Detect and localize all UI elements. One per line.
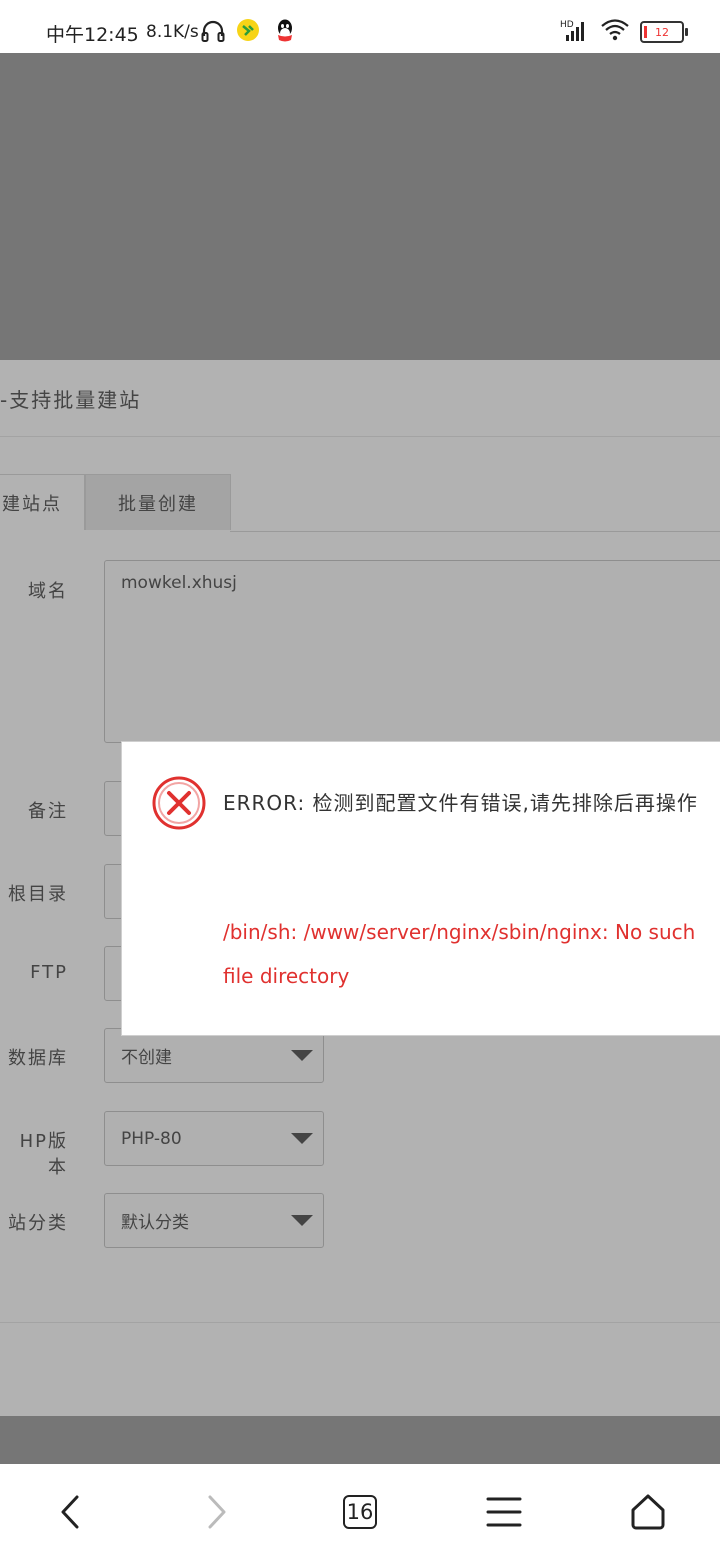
browser-navbar: 16 xyxy=(0,1464,720,1560)
wifi-icon xyxy=(600,18,630,46)
ftp-label: FTP xyxy=(30,962,68,983)
php-version-value: PHP-80 xyxy=(121,1128,182,1149)
tabs-icon: 16 xyxy=(343,1495,377,1529)
database-label: 数据库 xyxy=(8,1048,68,1069)
status-bar: 中午12:45 8.1K/s HD 12 xyxy=(0,0,720,53)
page-dim-overlay-bottom[interactable] xyxy=(0,1416,720,1464)
site-category-select[interactable]: 默认分类 xyxy=(104,1193,324,1248)
signal-icon: HD xyxy=(560,18,590,46)
root-dir-label: 根目录 xyxy=(8,884,68,905)
menu-button[interactable] xyxy=(472,1482,536,1542)
domain-label: 域名 xyxy=(28,581,68,602)
home-icon xyxy=(631,1494,665,1530)
app-icon xyxy=(236,18,260,46)
back-icon xyxy=(61,1495,79,1529)
forward-icon xyxy=(208,1495,226,1529)
menu-icon xyxy=(486,1497,522,1527)
php-version-label: HP版本 xyxy=(19,1131,68,1178)
svg-text:HD: HD xyxy=(560,20,574,30)
status-net-speed: 8.1K/s xyxy=(146,22,199,42)
remark-label: 备注 xyxy=(28,801,68,822)
php-version-select[interactable]: PHP-80 xyxy=(104,1111,324,1166)
status-right-group: HD 12 xyxy=(560,18,688,46)
battery-level: 12 xyxy=(655,25,669,39)
error-detail: /bin/sh: /www/server/nginx/sbin/nginx: N… xyxy=(223,920,696,988)
tab-create-site[interactable]: 建站点 xyxy=(0,474,85,530)
domain-textarea[interactable]: mowkel.xhusj xyxy=(104,560,720,743)
panel-title: -支持批量建站 xyxy=(0,388,142,412)
page-dim-overlay[interactable] xyxy=(0,53,720,360)
back-button[interactable] xyxy=(38,1482,102,1542)
panel-footer-divider xyxy=(0,1322,720,1323)
error-circle-icon xyxy=(150,774,208,836)
headset-icon xyxy=(200,18,226,48)
database-value: 不创建 xyxy=(121,1048,172,1068)
chevron-down-icon xyxy=(291,1215,313,1226)
error-dialog: ERROR: 检测到配置文件有错误,请先排除后再操作 /bin/sh: /www… xyxy=(121,741,720,1036)
chevron-down-icon xyxy=(291,1133,313,1144)
tab-underline xyxy=(230,531,720,532)
tab-batch-create[interactable]: 批量创建 xyxy=(85,474,231,530)
home-button[interactable] xyxy=(616,1482,680,1542)
database-select[interactable]: 不创建 xyxy=(104,1028,324,1083)
battery-icon: 12 xyxy=(640,21,688,43)
forward-button[interactable] xyxy=(185,1482,249,1542)
tabs-button[interactable]: 16 xyxy=(328,1482,392,1542)
status-time: 中午12:45 xyxy=(46,24,139,46)
site-category-value: 默认分类 xyxy=(121,1213,189,1233)
site-category-label: 站分类 xyxy=(8,1213,68,1234)
qq-icon xyxy=(273,18,297,48)
panel-divider xyxy=(0,436,720,437)
tabs-count: 16 xyxy=(346,1500,374,1524)
chevron-down-icon xyxy=(291,1050,313,1061)
error-message: ERROR: 检测到配置文件有错误,请先排除后再操作 xyxy=(223,791,698,815)
